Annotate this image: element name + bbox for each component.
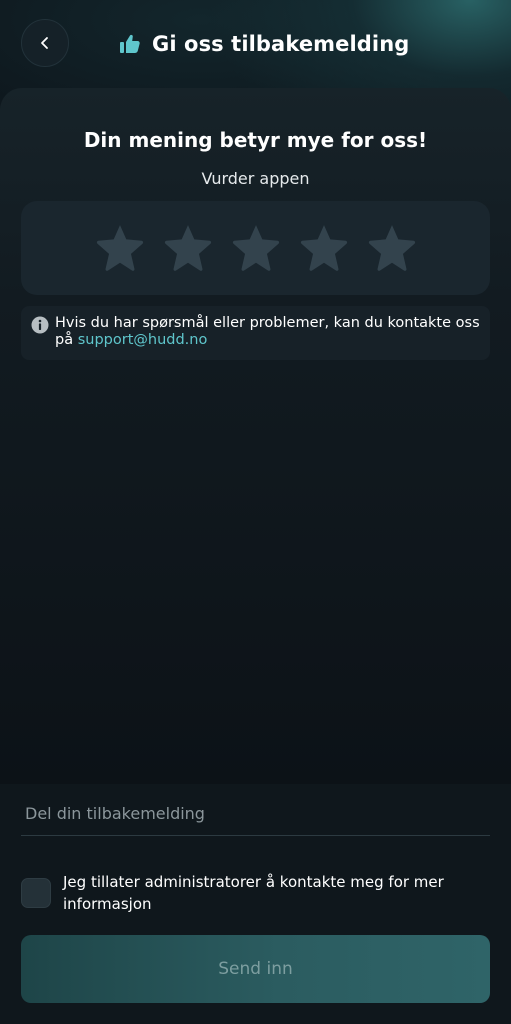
star-rating	[21, 201, 490, 295]
header-title-group: Gi oss tilbakemelding	[118, 26, 409, 62]
back-button[interactable]	[21, 19, 69, 67]
feedback-screen: Gi oss tilbakemelding Din mening betyr m…	[0, 0, 511, 1024]
feedback-input[interactable]	[21, 792, 490, 836]
consent-row: Jeg tillater administratorer å kontakte …	[21, 870, 490, 916]
consent-label: Jeg tillater administratorer å kontakte …	[63, 873, 444, 913]
star-icon-4[interactable]	[296, 220, 352, 276]
rating-card: Din mening betyr mye for oss! Vurder app…	[0, 88, 511, 784]
star-icon-3[interactable]	[228, 220, 284, 276]
page-title: Gi oss tilbakemelding	[152, 32, 410, 56]
star-icon-1[interactable]	[92, 220, 148, 276]
star-icon-2[interactable]	[160, 220, 216, 276]
card-subheading: Vurder appen	[201, 169, 310, 188]
info-text: Hvis du har spørsmål eller problemer, ka…	[55, 315, 480, 360]
consent-checkbox[interactable]	[21, 878, 51, 908]
info-icon	[31, 316, 49, 334]
submit-button[interactable]: Send inn	[21, 935, 490, 1003]
info-notice: Hvis du har spørsmål eller problemer, ka…	[21, 306, 490, 360]
support-email-link[interactable]: support@hudd.no	[78, 332, 208, 348]
chevron-left-icon	[41, 37, 48, 49]
feedback-form: Jeg tillater administratorer å kontakte …	[0, 784, 511, 1024]
card-heading: Din mening betyr mye for oss!	[83, 128, 428, 152]
star-icon-5[interactable]	[364, 220, 420, 276]
header: Gi oss tilbakemelding	[0, 0, 511, 88]
thumbs-up-icon	[120, 34, 140, 53]
